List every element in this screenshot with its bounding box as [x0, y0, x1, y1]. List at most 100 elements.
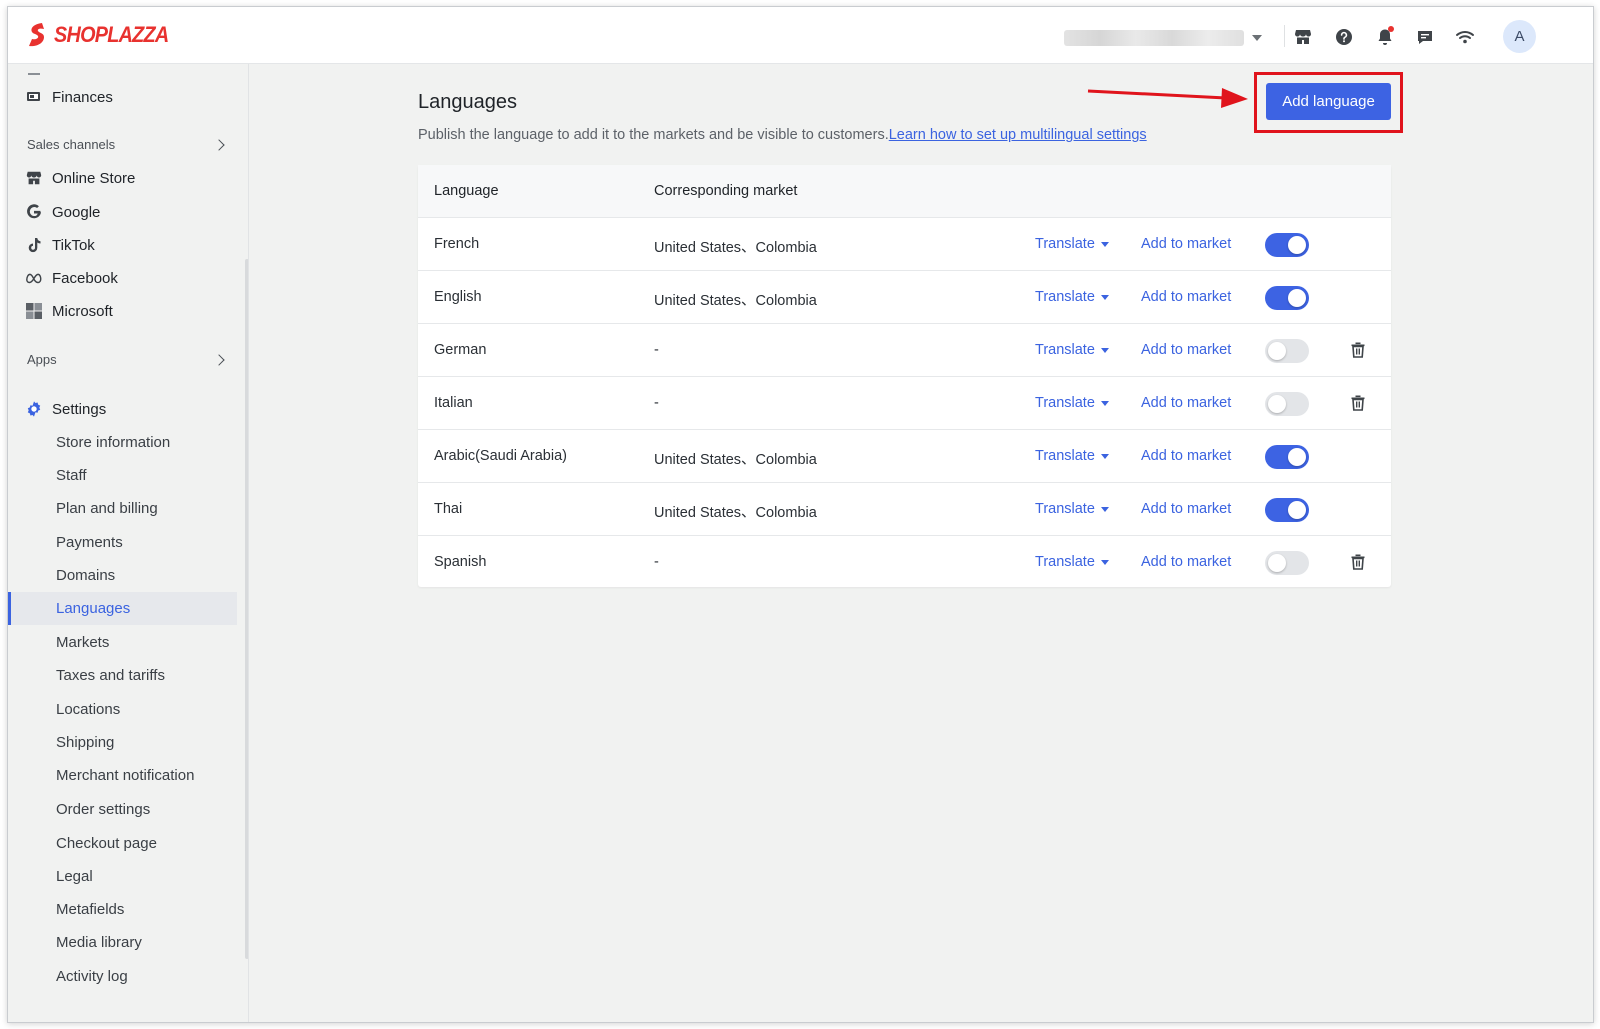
translate-dropdown[interactable]: Translate: [1035, 395, 1109, 411]
sidebar-item-legal[interactable]: Legal: [56, 865, 93, 889]
column-header-market: Corresponding market: [654, 183, 798, 199]
sidebar-item-label: Google: [52, 203, 101, 221]
publish-toggle[interactable]: [1265, 445, 1309, 469]
market-cell: United States、Colombia: [654, 505, 817, 521]
chat-icon[interactable]: [1414, 26, 1436, 48]
sidebar-item-payments[interactable]: Payments: [56, 531, 123, 555]
market-cell: -: [654, 395, 659, 411]
caret-down-icon: [1100, 506, 1109, 512]
sidebar-item-markets[interactable]: Markets: [56, 631, 109, 655]
sidebar-item-metafields[interactable]: Metafields: [56, 898, 124, 922]
add-to-market-link[interactable]: Add to market: [1141, 448, 1231, 464]
table-row: French United States、Colombia Translate Add…: [418, 218, 1391, 271]
column-header-language: Language: [434, 183, 499, 199]
translate-dropdown[interactable]: Translate: [1035, 236, 1109, 252]
table-row: Thai United States、Colombia Translate Add t…: [418, 483, 1391, 536]
sidebar-item-media-library[interactable]: Media library: [56, 931, 142, 955]
trash-icon[interactable]: [1349, 341, 1367, 359]
toggle-knob: [1288, 501, 1306, 519]
sidebar-item-staff[interactable]: Staff: [56, 464, 87, 488]
caret-down-icon: [1100, 294, 1109, 300]
table-row: Arabic(Saudi Arabia) United States、Colomb…: [418, 430, 1391, 483]
sidebar-item-finances[interactable]: Finances: [24, 85, 113, 109]
sidebar-item-activity-log[interactable]: Activity log: [56, 965, 128, 989]
sidebar-item-taxes-and-tariffs[interactable]: Taxes and tariffs: [56, 664, 165, 688]
sidebar-item-label: Microsoft: [52, 302, 113, 320]
avatar[interactable]: A: [1503, 20, 1536, 53]
publish-toggle[interactable]: [1265, 551, 1309, 575]
language-cell: French: [434, 236, 480, 252]
add-to-market-link[interactable]: Add to market: [1141, 554, 1231, 570]
bell-icon[interactable]: [1374, 26, 1396, 48]
sidebar-item-google[interactable]: Google: [24, 200, 100, 224]
caret-down-icon: [1100, 559, 1109, 565]
language-cell: Spanish: [434, 554, 487, 570]
languages-table: Language Corresponding market French Unit…: [418, 165, 1391, 587]
sidebar-item-microsoft[interactable]: Microsoft: [24, 299, 113, 323]
market-cell: United States、Colombia: [654, 293, 817, 309]
translate-dropdown[interactable]: Translate: [1035, 342, 1109, 358]
publish-toggle[interactable]: [1265, 339, 1309, 363]
sidebar-item-store-information[interactable]: Store information: [56, 431, 170, 455]
store-icon[interactable]: [1292, 26, 1314, 48]
top-bar: SHOPLAZZA A: [8, 7, 1593, 64]
caret-down-icon: [1100, 453, 1109, 459]
add-to-market-link[interactable]: Add to market: [1141, 501, 1231, 517]
language-cell: Thai: [434, 501, 463, 517]
sidebar-item-order-settings[interactable]: Order settings: [56, 798, 150, 822]
language-cell: English: [434, 289, 482, 305]
store-name-redacted: [1064, 30, 1244, 46]
translate-label: Translate: [1035, 342, 1095, 358]
table-header: Language Corresponding market: [418, 165, 1391, 218]
sidebar-item-checkout-page[interactable]: Checkout page: [56, 832, 157, 856]
description-text: Publish the language to add it to the ma…: [418, 127, 889, 143]
help-icon[interactable]: [1333, 26, 1355, 48]
translate-dropdown[interactable]: Translate: [1035, 448, 1109, 464]
sidebar-item-facebook[interactable]: Facebook: [24, 266, 118, 290]
microsoft-icon: [24, 301, 44, 321]
caret-down-icon: [1100, 347, 1109, 353]
add-to-market-link[interactable]: Add to market: [1141, 395, 1231, 411]
wifi-icon[interactable]: [1454, 26, 1476, 48]
page-description: Publish the language to add it to the ma…: [418, 127, 1147, 143]
publish-toggle[interactable]: [1265, 498, 1309, 522]
chevron-right-icon: [213, 353, 225, 366]
add-to-market-link[interactable]: Add to market: [1141, 342, 1231, 358]
store-selector[interactable]: [1064, 29, 1264, 47]
caret-down-icon: [1100, 400, 1109, 406]
sidebar-item-merchant-notification[interactable]: Merchant notification: [56, 764, 194, 788]
brand-logo[interactable]: SHOPLAZZA: [26, 22, 181, 48]
notification-dot: [1388, 26, 1394, 32]
publish-toggle[interactable]: [1265, 392, 1309, 416]
sidebar-item-plan-and-billing[interactable]: Plan and billing: [56, 497, 158, 521]
language-cell: German: [434, 342, 487, 358]
app-window: SHOPLAZZA A Finances Sales channels Onli…: [7, 6, 1594, 1023]
annotation-arrow-icon: [1087, 88, 1248, 108]
translate-dropdown[interactable]: Translate: [1035, 501, 1109, 517]
add-to-market-link[interactable]: Add to market: [1141, 236, 1231, 252]
sidebar-item-tiktok[interactable]: TikTok: [24, 233, 95, 257]
apps-section[interactable]: Apps: [27, 352, 227, 367]
publish-toggle[interactable]: [1265, 233, 1309, 257]
sidebar-item-settings[interactable]: Settings: [24, 397, 106, 421]
sidebar-item-online-store[interactable]: Online Store: [24, 166, 135, 190]
publish-toggle[interactable]: [1265, 286, 1309, 310]
sidebar-item-label: Settings: [52, 400, 107, 418]
toggle-knob: [1268, 554, 1286, 572]
add-language-button[interactable]: Add language: [1266, 83, 1391, 120]
sales-channels-section[interactable]: Sales channels: [27, 137, 227, 152]
sidebar-item-languages[interactable]: Languages: [56, 597, 130, 621]
sidebar-item-domains[interactable]: Domains: [56, 564, 115, 588]
language-cell: Italian: [434, 395, 473, 411]
trash-icon[interactable]: [1349, 394, 1367, 412]
add-to-market-link[interactable]: Add to market: [1141, 289, 1231, 305]
translate-dropdown[interactable]: Translate: [1035, 289, 1109, 305]
google-icon: [24, 202, 44, 222]
trash-icon[interactable]: [1349, 553, 1367, 571]
help-link[interactable]: Learn how to set up multilingual setting…: [889, 127, 1147, 143]
sidebar-item-locations[interactable]: Locations: [56, 698, 120, 722]
table-row: Italian - Translate Add to market: [418, 377, 1391, 430]
translate-dropdown[interactable]: Translate: [1035, 554, 1109, 570]
sidebar-item-shipping[interactable]: Shipping: [56, 731, 114, 755]
sidebar-divider: [248, 64, 249, 1022]
